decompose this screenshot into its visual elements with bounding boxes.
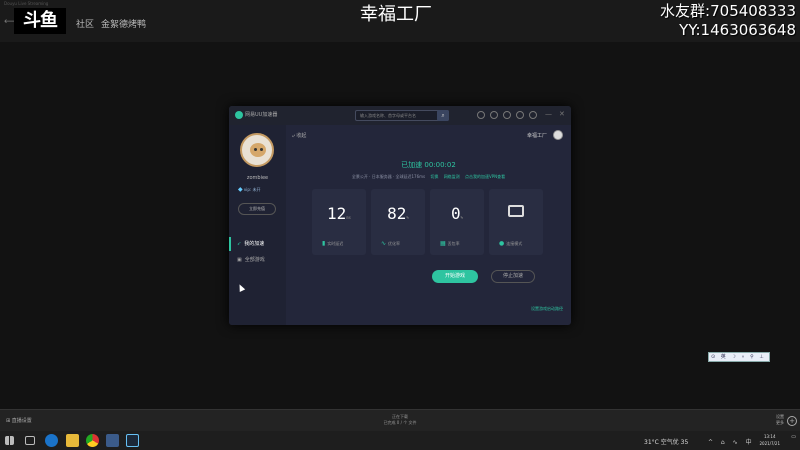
latency-label: 实时延迟	[327, 241, 344, 246]
set-path-link[interactable]: 设置游戏启动路径	[531, 306, 563, 312]
packet-loss-value: 0	[450, 204, 461, 223]
app-titlebar: 网易UU加速器 输入游戏名称、首字母或平台名 ⌕ — ✕	[229, 106, 571, 125]
search-input[interactable]: 输入游戏名称、首字母或平台名	[355, 110, 449, 121]
sidebar-item-label: 全部游戏	[244, 257, 265, 263]
avatar-eye	[254, 148, 257, 151]
vip-status: ◆ vip: 未开	[238, 186, 261, 193]
nav-item-community[interactable]: 社区	[76, 17, 94, 30]
game-avatar[interactable]	[553, 130, 563, 140]
stat-label: ▦ 丢包率	[440, 240, 460, 247]
task-view-icon[interactable]	[25, 436, 35, 445]
optimization-label: 优化率	[388, 241, 401, 246]
stat-label: ● 连接模式	[499, 240, 522, 247]
accelerator-window: 网易UU加速器 输入游戏名称、首字母或平台名 ⌕ — ✕ zombiee ◆ v…	[229, 106, 571, 325]
weather-widget[interactable]: 31°C 空气优 35	[644, 437, 688, 446]
system-tray[interactable]: ^ ⌂ ∿ 中	[708, 437, 755, 446]
packet-loss-label: 丢包率	[447, 241, 460, 246]
stat-label: ▮ 实时延迟	[322, 240, 343, 247]
nav-item-streamer[interactable]: 金絮德烤鸭	[101, 17, 146, 30]
start-game-button[interactable]: 开始游戏	[432, 270, 478, 283]
shield-icon: ●	[499, 240, 505, 247]
more-label: 更多	[776, 420, 784, 425]
network-check-link[interactable]: 网络监测	[444, 174, 460, 179]
vip-label: vip: 未开	[243, 187, 261, 192]
diamond-icon: ◆	[238, 186, 243, 193]
bar-chart-icon: ▮	[322, 240, 326, 247]
rocket-icon: ➶	[237, 241, 242, 247]
folder-icon[interactable]	[66, 434, 79, 447]
clock[interactable]: 13:14 2021/7/21	[759, 433, 780, 447]
close-icon[interactable]: ✕	[559, 110, 565, 118]
download-detail: 已完成 0 / 个 文件	[383, 420, 417, 425]
stop-boost-button[interactable]: 停止加速	[491, 270, 535, 283]
stat-card-latency: 12ms ▮ 实时延迟	[312, 189, 366, 255]
clock-time: 13:14	[763, 434, 776, 439]
windows-icon[interactable]	[5, 436, 14, 445]
sidebar-item-all-games[interactable]: ▣ 全部游戏	[229, 253, 286, 267]
mail-icon[interactable]	[503, 111, 511, 119]
sidebar-item-label: 我的加速	[244, 241, 265, 247]
clock-date: 2021/7/21	[759, 441, 780, 446]
stream-topbar: Douyu Live Streaming ⟵ 斗鱼 社区 金絮德烤鸭 幸福工厂 …	[0, 0, 800, 42]
add-icon[interactable]: +	[787, 416, 797, 426]
stat-card-mode: ● 连接模式	[489, 189, 543, 255]
game-name: 幸福工厂	[526, 133, 547, 139]
info-text: 全景公开 · 日本服务器 · 全球延迟176ms	[351, 174, 426, 179]
uu-booster-icon[interactable]	[106, 434, 119, 447]
avatar[interactable]	[240, 133, 274, 167]
vpn-link[interactable]: 点击我的加速VPN查看	[465, 174, 505, 179]
mode-label: 连接模式	[506, 241, 523, 246]
optimization-unit: %	[406, 215, 409, 220]
stat-value: 12ms	[312, 204, 366, 223]
stream-bottom-bar: ⊞ 直播设置 正在下载 已完成 0 / 个 文件 设置 更多 +	[0, 409, 800, 431]
stat-label: ∿ 优化率	[381, 240, 400, 247]
fan-group-text: 水友群:705408333	[660, 2, 796, 20]
minimize-icon[interactable]: —	[545, 110, 552, 118]
chrome-icon[interactable]	[86, 434, 99, 447]
wave-icon: ∿	[381, 240, 387, 247]
browser-title: Douyu Live Streaming	[4, 1, 49, 6]
notification-icon[interactable]: ▭	[791, 434, 796, 440]
stat-card-optimization: 82% ∿ 优化率	[371, 189, 425, 255]
app-name: 网易UU加速器	[245, 112, 278, 118]
switch-link[interactable]: 切换	[430, 174, 438, 179]
latency-unit: ms	[346, 215, 352, 220]
stat-card-packet-loss: 0% ▦ 丢包率	[430, 189, 484, 255]
username: zombiee	[246, 175, 269, 181]
app-logo-icon	[235, 111, 243, 119]
search-icon[interactable]: ⌕	[437, 110, 449, 121]
page-title: 幸福工厂	[360, 4, 432, 25]
windows-taskbar: 31°C 空气优 35 ^ ⌂ ∿ 中 13:14 2021/7/21 ▭	[0, 431, 800, 450]
gamepad-icon: ▣	[237, 257, 242, 263]
message-icon[interactable]	[477, 111, 485, 119]
app-main: ⤶ 收起 幸福工厂 已加速 00:00:02 全景公开 · 日本服务器 · 全球…	[286, 125, 571, 325]
avatar-eye	[260, 148, 263, 151]
latency-value: 12	[326, 204, 347, 223]
edge-icon[interactable]	[45, 434, 58, 447]
optimization-value: 82	[387, 204, 407, 223]
screen: Douyu Live Streaming ⟵ 斗鱼 社区 金絮德烤鸭 幸福工厂 …	[0, 0, 800, 450]
recharge-button[interactable]: 立即充值	[238, 203, 276, 215]
headset-icon[interactable]	[490, 111, 498, 119]
stream-more[interactable]: 设置 更多	[776, 414, 784, 426]
sidebar-item-my-boost[interactable]: ➶ 我的加速	[229, 237, 286, 251]
boost-info: 全景公开 · 日本服务器 · 全球延迟176ms 切换 网络监测 点击我的加速V…	[286, 174, 571, 180]
monitor-icon	[508, 205, 524, 217]
download-status: 正在下载 已完成 0 / 个 文件	[0, 414, 800, 426]
stat-value: 0%	[430, 204, 484, 223]
packet-loss-unit: %	[460, 215, 464, 220]
gear-icon[interactable]	[529, 111, 537, 119]
stat-value: 82%	[371, 204, 425, 223]
avatar-face	[250, 143, 266, 157]
package-icon: ▦	[440, 240, 446, 247]
steam-icon[interactable]	[126, 434, 139, 447]
collapse-label: 收起	[296, 133, 307, 139]
yy-text: YY:1463063648	[679, 21, 796, 39]
boost-status: 已加速 00:00:02	[401, 161, 456, 169]
shirt-icon[interactable]	[516, 111, 524, 119]
douyu-logo[interactable]: 斗鱼	[14, 8, 66, 34]
app-sidebar: zombiee ◆ vip: 未开 立即充值 ➶ 我的加速 ▣ 全部游戏	[229, 125, 286, 325]
ime-toolbar[interactable]: ⊙ 英 ☽ ∘ ⚲ ⊥	[708, 352, 770, 362]
collapse-button[interactable]: ⤶ 收起	[292, 132, 306, 139]
